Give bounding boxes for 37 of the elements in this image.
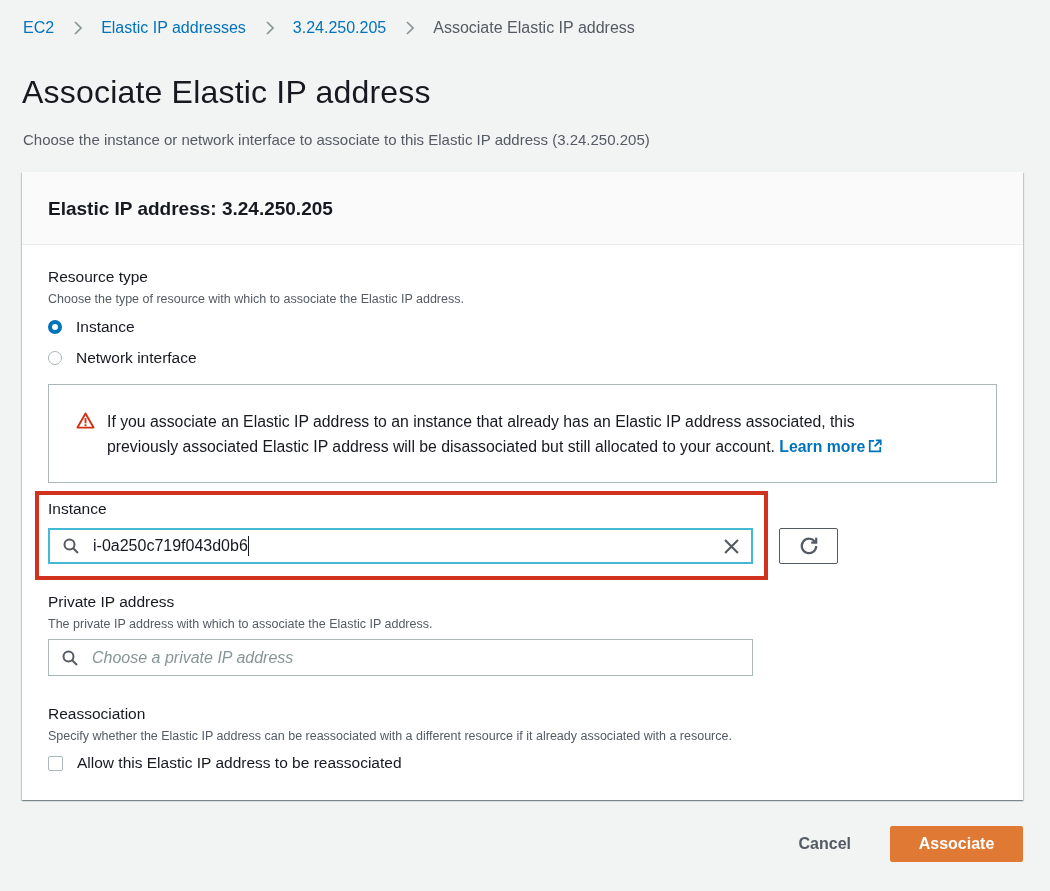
cancel-button[interactable]: Cancel [778, 826, 871, 862]
external-link-icon [868, 439, 883, 453]
radio-icon[interactable] [48, 320, 62, 334]
card-title: Elastic IP address: 3.24.250.205 [48, 198, 334, 219]
radio-option[interactable]: Network interface [48, 346, 197, 370]
private-ip-search-field[interactable]: Choose a private IP address [48, 639, 753, 676]
close-icon [724, 538, 739, 554]
chevron-right-icon [406, 21, 415, 35]
associate-button[interactable]: Associate [890, 826, 1023, 862]
field-label: Private IP address [48, 592, 176, 612]
refresh-button[interactable] [779, 528, 838, 564]
checkbox[interactable] [48, 755, 63, 771]
search-icon [62, 649, 78, 666]
learn-more-link[interactable]: Learn more [779, 438, 883, 455]
clear-button[interactable] [724, 538, 739, 554]
breadcrumb-current: Associate Elastic IP address [433, 18, 635, 38]
chevron-right-icon [74, 21, 83, 35]
breadcrumb-link[interactable]: 3.24.250.205 [292, 18, 387, 38]
field-label: Reassociation [48, 704, 147, 724]
breadcrumb-link[interactable]: EC2 [23, 18, 55, 38]
chevron-right-icon [265, 21, 274, 35]
checkbox-option[interactable]: Allow this Elastic IP address to be reassociated [48, 751, 997, 775]
field-label: Resource type [48, 267, 149, 287]
refresh-icon [798, 536, 819, 556]
alert-message: If you associate an Elastic IP address to an instance that already has an Elastic IP address associated, this previously associated Elastic IP address will be disassociated but still allocated to your account. Learn more [107, 409, 912, 459]
field-description: Choose the type of resource with which to associate the Elastic IP address. [48, 291, 465, 307]
field-description: The private IP address with which to associate the Elastic IP address. [48, 616, 434, 632]
search-icon [63, 538, 79, 554]
breadcrumb-link[interactable]: Elastic IP addresses [101, 18, 246, 38]
page-title: Associate Elastic IP address [22, 73, 432, 112]
field-label: Instance [48, 499, 108, 519]
radio-option[interactable]: Instance [48, 315, 135, 339]
warning-icon [76, 412, 95, 429]
page-description: Choose the instance or network interface to associate to this Elastic IP address (3.24.250.205) [23, 130, 651, 150]
field-description: Specify whether the Elastic IP address can be reassociated with a different resource if it already associated with a resource. [48, 728, 733, 744]
radio-icon[interactable] [48, 351, 62, 365]
instance-search-field[interactable]: i-0a250c719f043d0b6 [48, 528, 753, 564]
